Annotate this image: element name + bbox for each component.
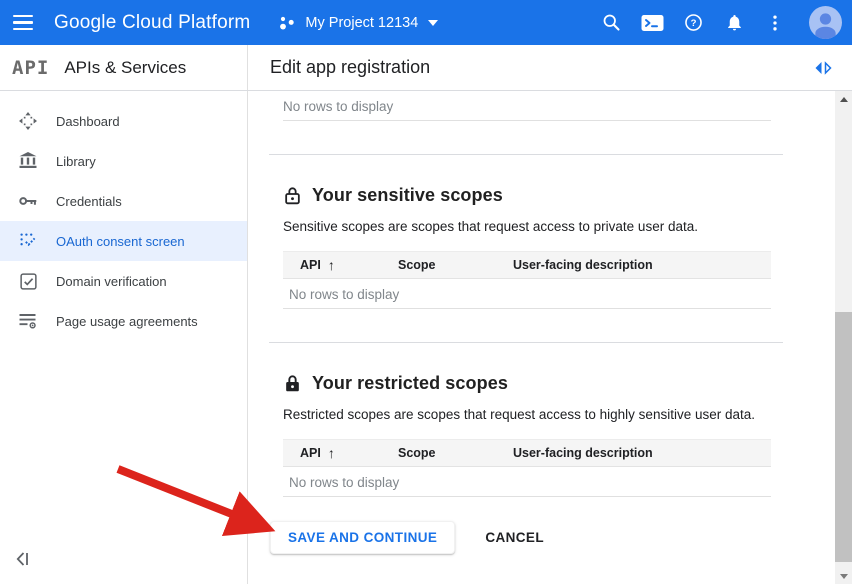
scrollbar-thumb[interactable] (835, 312, 852, 562)
cloud-shell-icon (641, 14, 664, 32)
vertical-scrollbar[interactable] (835, 91, 852, 584)
cloud-shell-button[interactable] (639, 10, 665, 36)
hamburger-menu-button[interactable] (0, 0, 46, 45)
section-divider (269, 342, 783, 343)
column-header-api[interactable]: API ↑ (300, 257, 398, 273)
page-header: Edit app registration (248, 45, 852, 90)
sidebar-item-page-usage-agreements[interactable]: Page usage agreements (0, 301, 247, 341)
person-icon (809, 8, 842, 39)
hamburger-icon (13, 15, 33, 30)
sidebar-item-dashboard[interactable]: Dashboard (0, 101, 247, 141)
section-title: Your sensitive scopes (312, 185, 503, 206)
help-button[interactable]: ? (680, 10, 706, 36)
section-description: Sensitive scopes are scopes that request… (283, 219, 771, 234)
scopes-table-empty-row: No rows to display (283, 99, 771, 121)
search-button[interactable] (598, 10, 624, 36)
triangle-up-icon (840, 97, 848, 102)
main-content: No rows to display Your sensitive scopes… (248, 91, 835, 584)
column-header-description[interactable]: User-facing description (513, 258, 771, 272)
page-usage-agreements-icon (18, 311, 38, 331)
table-header-row: API ↑ Scope User-facing description (283, 251, 771, 279)
scroll-down-button[interactable] (835, 568, 852, 584)
account-avatar[interactable] (809, 6, 842, 39)
project-selector[interactable]: My Project 12134 (278, 14, 438, 32)
form-actions: SAVE AND CONTINUE CANCEL (270, 521, 835, 554)
sensitive-scopes-table: API ↑ Scope User-facing description No r… (283, 251, 771, 309)
project-name: My Project 12134 (305, 15, 418, 31)
key-icon (18, 191, 38, 211)
body: Dashboard Library (0, 91, 852, 584)
topbar-actions: ? (598, 6, 852, 39)
triangle-down-icon (840, 574, 848, 579)
sidebar-nav: Dashboard Library (0, 91, 248, 584)
top-app-bar: Google Cloud Platform My Project 12134 (0, 0, 852, 45)
sidebar-item-label: Dashboard (56, 114, 120, 129)
product-name: APIs & Services (64, 58, 186, 78)
section-description: Restricted scopes are scopes that reques… (283, 407, 771, 422)
api-product-logo: API (12, 57, 49, 79)
gcp-console-page: Google Cloud Platform My Project 12134 (0, 0, 852, 584)
collapse-nav-icon (14, 550, 32, 568)
section-heading: Your restricted scopes (283, 373, 771, 394)
table-empty-row: No rows to display (283, 279, 771, 309)
brand-title: Google Cloud Platform (54, 12, 250, 34)
sub-header: API APIs & Services Edit app registratio… (0, 45, 852, 91)
chevron-down-icon (428, 20, 438, 26)
sidebar-item-label: Credentials (56, 194, 122, 209)
domain-verification-icon (18, 271, 38, 291)
library-icon (18, 151, 38, 171)
table-empty-row: No rows to display (283, 467, 771, 497)
column-header-description[interactable]: User-facing description (513, 446, 771, 460)
dashboard-icon (18, 111, 38, 131)
sidebar-item-library[interactable]: Library (0, 141, 247, 181)
column-header-scope[interactable]: Scope (398, 258, 513, 272)
more-options-button[interactable] (762, 10, 788, 36)
page-title: Edit app registration (270, 57, 430, 78)
restricted-scopes-section: Your restricted scopes Restricted scopes… (283, 373, 771, 497)
cancel-button[interactable]: CANCEL (479, 529, 550, 546)
product-header: API APIs & Services (0, 45, 248, 90)
bell-icon (725, 13, 744, 32)
svg-text:?: ? (690, 18, 696, 29)
section-divider (269, 154, 783, 155)
section-title: Your restricted scopes (312, 373, 508, 394)
column-header-api[interactable]: API ↑ (300, 445, 398, 461)
sidebar-item-oauth-consent-screen[interactable]: OAuth consent screen (0, 221, 247, 261)
table-header-row: API ↑ Scope User-facing description (283, 439, 771, 467)
sidebar-item-label: Domain verification (56, 274, 167, 289)
sidebar-item-label: Library (56, 154, 96, 169)
project-switcher-icon (278, 14, 296, 32)
column-header-scope[interactable]: Scope (398, 446, 513, 460)
restricted-scopes-table: API ↑ Scope User-facing description No r… (283, 439, 771, 497)
collapse-sidebar-button[interactable] (10, 548, 36, 572)
lock-outline-icon (283, 186, 302, 205)
sidebar-item-domain-verification[interactable]: Domain verification (0, 261, 247, 301)
save-and-continue-button[interactable]: SAVE AND CONTINUE (270, 521, 455, 554)
search-icon (601, 12, 622, 33)
lock-filled-icon (283, 374, 302, 393)
sort-ascending-icon: ↑ (328, 445, 335, 461)
panel-toggle-button[interactable] (814, 60, 833, 79)
sidebar-item-label: Page usage agreements (56, 314, 198, 329)
notifications-button[interactable] (721, 10, 747, 36)
help-icon: ? (683, 12, 704, 33)
sort-ascending-icon: ↑ (328, 257, 335, 273)
section-heading: Your sensitive scopes (283, 185, 771, 206)
panel-toggle-icon (814, 60, 833, 76)
sidebar-item-label: OAuth consent screen (56, 234, 185, 249)
sensitive-scopes-section: Your sensitive scopes Sensitive scopes a… (283, 185, 771, 309)
more-vert-icon (766, 13, 784, 33)
oauth-consent-icon (18, 231, 38, 251)
scroll-up-button[interactable] (835, 91, 852, 107)
sidebar-item-credentials[interactable]: Credentials (0, 181, 247, 221)
